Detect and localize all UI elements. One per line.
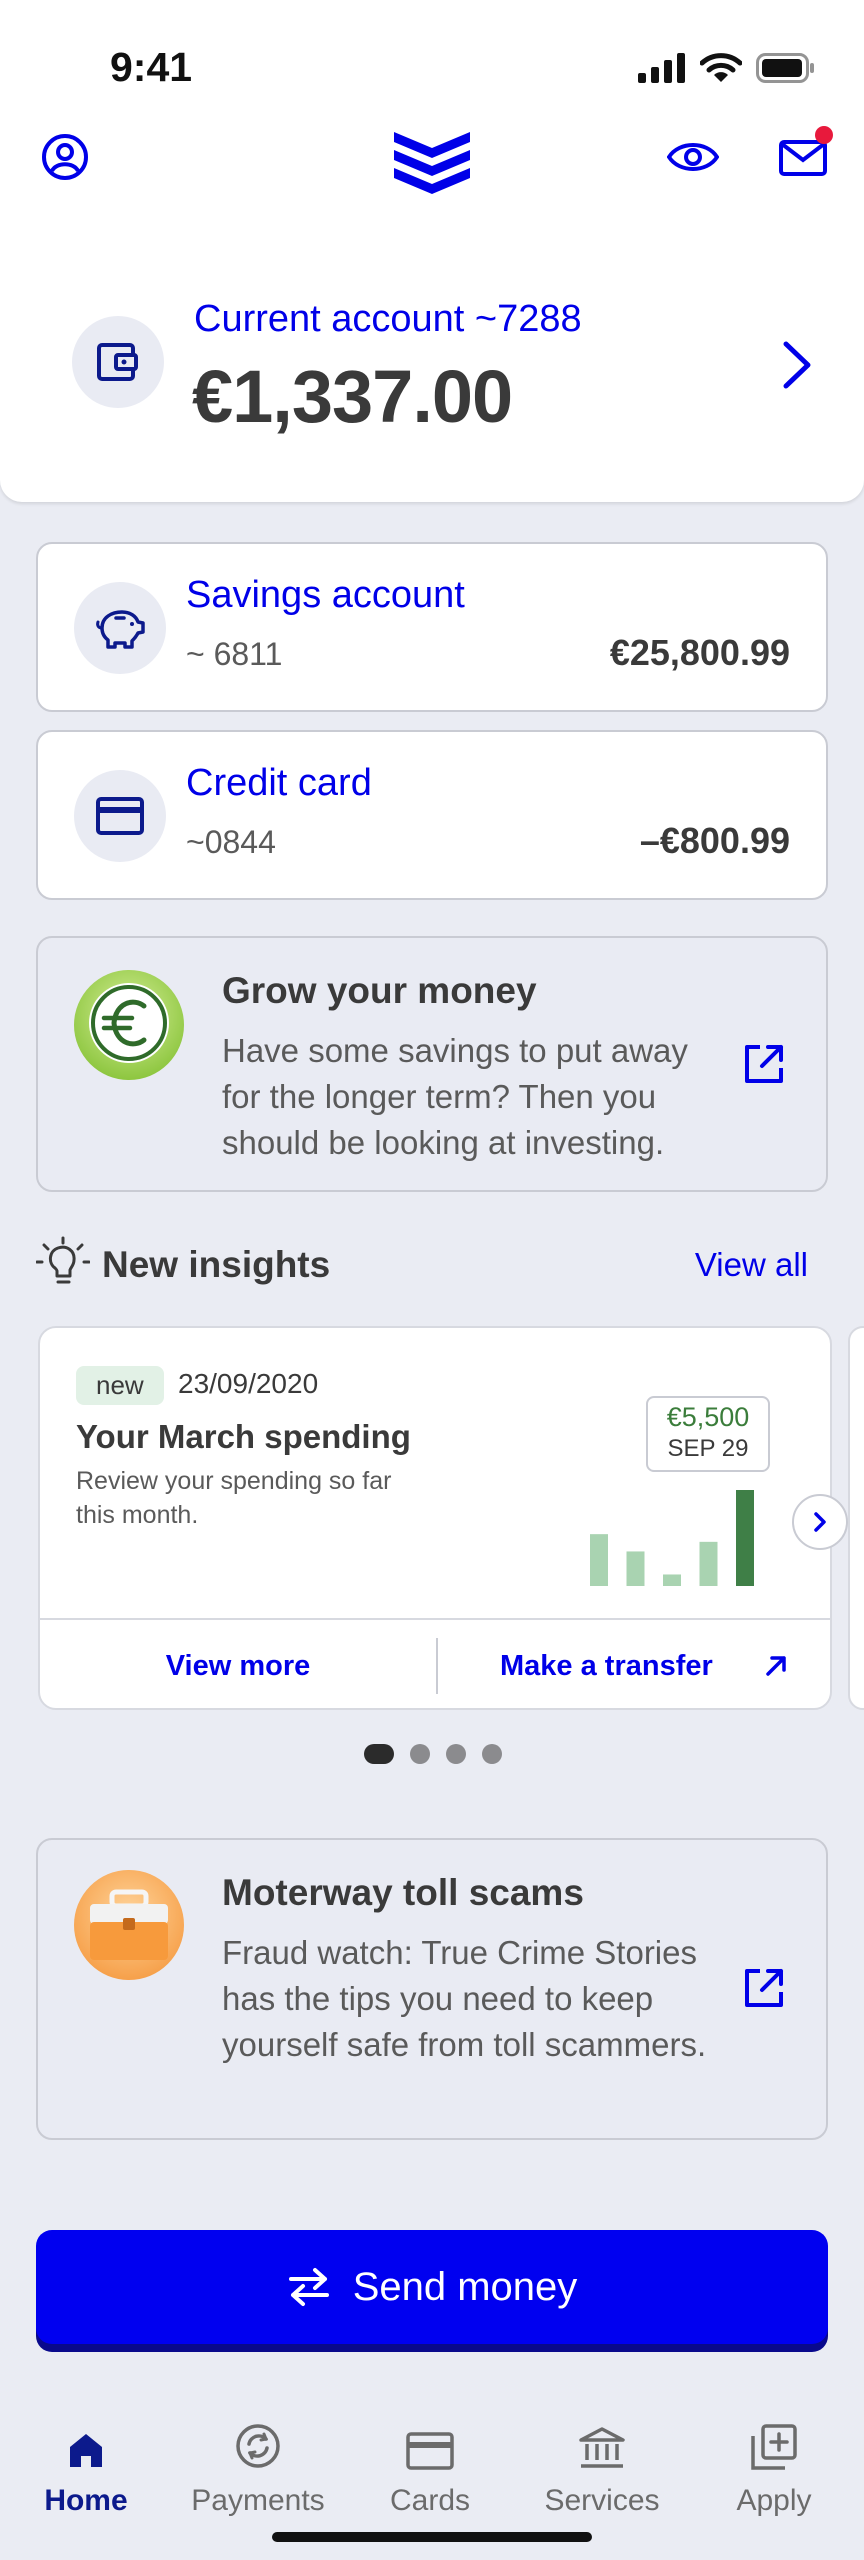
view-more-link[interactable]: View more [40, 1650, 436, 1683]
messages-button[interactable] [776, 126, 833, 184]
piggy-bank-icon [96, 610, 145, 649]
insight-actions: View more Make a transfer [40, 1618, 830, 1710]
tooltip-value: €5,500 [666, 1402, 750, 1432]
tab-services[interactable]: Services [516, 2400, 688, 2518]
card-icon-wrap [74, 770, 166, 862]
account-number: ~0844 [186, 824, 276, 860]
tab-label: Payments [191, 2484, 325, 2517]
wallet-icon-wrap [72, 316, 164, 408]
tab-apply[interactable]: Apply [688, 2400, 860, 2518]
tooltip-date: SEP 29 [667, 1435, 749, 1462]
home-indicator [272, 2532, 592, 2542]
insight-date: 23/09/2020 [178, 1368, 319, 1399]
chart-tooltip: €5,500 SEP 29 [646, 1396, 770, 1472]
next-insight-card-peek[interactable] [848, 1326, 864, 1710]
pagination-dot[interactable] [410, 1744, 430, 1764]
promo-title: Grow your money [222, 970, 537, 1011]
make-transfer-link[interactable]: Make a transfer [500, 1650, 713, 1683]
tab-label: Cards [389, 2484, 471, 2517]
tab-home[interactable]: Home [0, 2400, 172, 2518]
send-money-label: Send money [352, 2264, 578, 2309]
briefcase-icon [74, 1870, 184, 1980]
tab-label: Home [44, 2484, 128, 2517]
pagination-dot[interactable] [446, 1744, 466, 1764]
send-money-button[interactable]: Send money [36, 2230, 828, 2344]
insight-title: Your March spending [76, 1418, 411, 1455]
profile-icon [42, 134, 88, 180]
wallet-icon [97, 343, 138, 381]
chevron-right-icon [814, 1512, 826, 1532]
insight-description: Review your spending so far this month. [76, 1467, 392, 1529]
pagination-dot[interactable] [364, 1744, 394, 1764]
current-account-row[interactable]: Current account ~7288 €1,337.00 [72, 290, 812, 440]
grow-money-promo[interactable]: Grow your money Have some savings to put… [36, 936, 828, 1192]
tab-label: Apply [736, 2484, 812, 2517]
new-badge: new [76, 1366, 164, 1405]
eye-icon [667, 143, 719, 171]
euro-coin-icon [74, 970, 184, 1080]
header-panel: 9:41 Current account ~7288 €1,337.00 [0, 0, 864, 502]
toll-scams-promo[interactable]: Moterway toll scams Fraud watch: True Cr… [36, 1838, 828, 2140]
promo-title: Moterway toll scams [222, 1872, 584, 1913]
chart-bar [663, 1574, 681, 1586]
account-balance: –€800.99 [639, 820, 790, 861]
signal-icon [638, 53, 685, 83]
status-time: 9:41 [110, 44, 193, 90]
home-icon [70, 2434, 102, 2467]
transfer-arrows-icon [288, 2268, 329, 2306]
current-account-balance: €1,337.00 [192, 355, 513, 438]
promo-body: Fraud watch: True Crime Stories has the … [222, 1934, 707, 2063]
carousel-next-button[interactable] [792, 1494, 848, 1550]
tab-payments[interactable]: Payments [172, 2400, 344, 2518]
savings-account-card[interactable]: Savings account ~ 6811 €25,800.99 [36, 542, 828, 712]
wifi-icon [700, 53, 742, 82]
account-number: ~ 6811 [186, 636, 283, 672]
promo-body: Have some savings to put away for the lo… [222, 1032, 688, 1161]
status-bar: 9:41 [0, 0, 864, 130]
current-account-name: Current account ~7288 [194, 298, 582, 340]
account-name: Credit card [186, 762, 372, 804]
chart-bar [590, 1534, 608, 1586]
bank-icon [579, 2427, 625, 2468]
battery-icon [756, 53, 814, 83]
arrow-up-right-icon [766, 1656, 786, 1676]
status-icons [638, 52, 816, 84]
tab-label: Services [544, 2484, 660, 2517]
insights-header: New insights View all [36, 1236, 828, 1296]
bank-logo [394, 132, 470, 194]
credit-card-icon [96, 797, 144, 835]
insights-title: New insights [102, 1244, 331, 1285]
divider [436, 1638, 438, 1694]
tab-cards[interactable]: Cards [344, 2400, 516, 2518]
add-box-icon [751, 2424, 797, 2470]
chart-bar [699, 1541, 718, 1586]
credit-card-account-card[interactable]: Credit card ~0844 –€800.99 [36, 730, 828, 900]
piggy-icon-wrap [74, 582, 166, 674]
external-link-icon[interactable] [742, 1966, 786, 2010]
profile-button[interactable] [38, 130, 92, 184]
carousel-pagination [364, 1744, 502, 1764]
insight-card[interactable]: new 23/09/2020 Your March spending Revie… [38, 1326, 848, 1710]
view-all-link[interactable]: View all [695, 1246, 808, 1284]
account-balance: €25,800.99 [609, 632, 790, 673]
chevron-right-icon [783, 341, 811, 389]
external-link-icon[interactable] [742, 1042, 786, 1086]
lightbulb-icon [36, 1236, 90, 1284]
account-name: Savings account [186, 574, 465, 616]
chart-bar [626, 1551, 645, 1586]
card-icon [406, 2432, 454, 2470]
chart-bar [736, 1490, 754, 1586]
notification-dot [815, 126, 833, 144]
pagination-dot[interactable] [482, 1744, 502, 1764]
hide-balance-button[interactable] [666, 130, 720, 184]
mail-icon [779, 140, 827, 176]
payments-icon [236, 2424, 280, 2468]
